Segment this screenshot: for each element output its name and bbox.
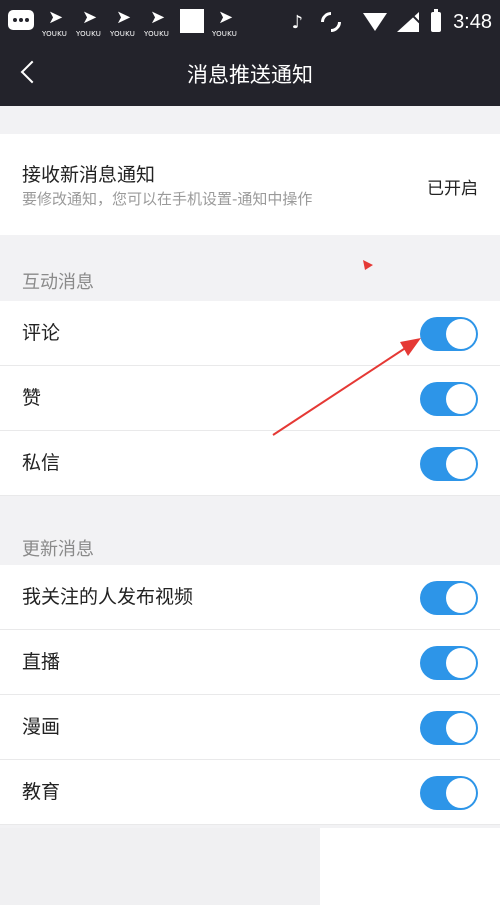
- live-toggle[interactable]: [420, 646, 478, 680]
- setting-row-education: 教育: [0, 760, 500, 825]
- youku-label: YOUKU: [76, 30, 102, 38]
- signal-icon: [397, 12, 420, 32]
- toggle-knob: [446, 384, 476, 414]
- comments-toggle[interactable]: [420, 317, 478, 351]
- section-header-interactive: 互动消息: [22, 272, 94, 293]
- setting-row-followed-videos: 我关注的人发布视频: [0, 565, 500, 630]
- message-icon: [8, 6, 40, 40]
- setting-label: 评论: [22, 322, 61, 344]
- likes-toggle[interactable]: [420, 382, 478, 416]
- setting-label: 私信: [22, 452, 61, 474]
- education-toggle[interactable]: [420, 776, 478, 810]
- setting-label: 赞: [22, 387, 42, 409]
- receive-subtitle: 要修改通知，您可以在手机设置-通知中操作: [22, 190, 313, 208]
- setting-label: 教育: [22, 781, 61, 803]
- image-icon: [178, 6, 210, 40]
- receive-notifications-card[interactable]: 接收新消息通知 要修改通知，您可以在手机设置-通知中操作 已开启: [0, 134, 500, 235]
- bottom-area: [320, 828, 500, 905]
- setting-row-likes: 赞: [0, 366, 500, 431]
- battery-icon: [431, 9, 442, 32]
- setting-label: 直播: [22, 651, 61, 673]
- followed-videos-toggle[interactable]: [420, 581, 478, 615]
- clock: 3:48: [453, 10, 492, 33]
- section-header-updates: 更新消息: [22, 539, 94, 560]
- system-icons: ♪ 3:48: [292, 0, 492, 44]
- divider: [0, 495, 500, 496]
- sync-icon: [316, 7, 346, 37]
- page-title: 消息推送通知: [187, 63, 313, 87]
- youku-label: YOUKU: [144, 30, 170, 38]
- private-messages-toggle[interactable]: [420, 447, 478, 481]
- divider: [0, 824, 500, 825]
- nav-bar: 消息推送通知: [0, 44, 500, 106]
- youku-icon: ➤ YOUKU: [110, 7, 136, 39]
- setting-label: 我关注的人发布视频: [22, 586, 194, 608]
- youku-label: YOUKU: [212, 30, 238, 38]
- tiktok-icon: ♪: [291, 11, 304, 33]
- toggle-knob: [446, 449, 476, 479]
- receive-title: 接收新消息通知: [22, 164, 156, 186]
- youku-label: YOUKU: [110, 30, 136, 38]
- setting-row-live: 直播: [0, 630, 500, 695]
- wifi-icon: [363, 13, 388, 31]
- toggle-knob: [446, 583, 476, 613]
- setting-row-private-messages: 私信: [0, 431, 500, 496]
- youku-icon: ➤ YOUKU: [76, 7, 102, 39]
- toggle-knob: [446, 713, 476, 743]
- youku-label: YOUKU: [42, 30, 68, 38]
- toggle-knob: [446, 319, 476, 349]
- receive-status: 已开启: [427, 179, 478, 199]
- toggle-knob: [446, 648, 476, 678]
- status-bar: ➤ YOUKU ➤ YOUKU ➤ YOUKU ➤ YOUKU ➤ YOUKU …: [0, 0, 500, 44]
- notification-icons: ➤ YOUKU ➤ YOUKU ➤ YOUKU ➤ YOUKU ➤ YOUKU: [8, 6, 246, 40]
- comics-toggle[interactable]: [420, 711, 478, 745]
- youku-icon: ➤ YOUKU: [212, 7, 238, 39]
- setting-row-comments: 评论: [0, 301, 500, 366]
- youku-icon: ➤ YOUKU: [144, 7, 170, 39]
- setting-row-comics: 漫画: [0, 695, 500, 760]
- toggle-knob: [446, 778, 476, 808]
- youku-icon: ➤ YOUKU: [42, 7, 68, 39]
- setting-label: 漫画: [22, 716, 61, 738]
- bottom-area: [0, 828, 320, 905]
